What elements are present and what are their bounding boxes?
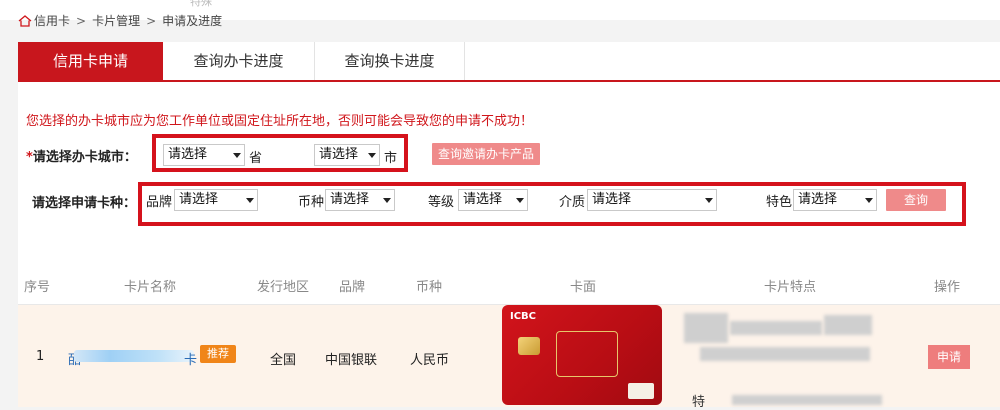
feature-text: 特 [692, 395, 706, 410]
chevron-down-icon [368, 153, 376, 158]
apply-button[interactable]: 申请 [928, 345, 970, 369]
province-select-value: 请选择 [168, 147, 208, 162]
column-header-region: 发行地区 [257, 280, 310, 295]
chevron-down-icon [516, 198, 524, 203]
row-index: 1 [36, 349, 45, 364]
row-brand: 中国银联 [325, 353, 378, 368]
city-notice: 您选择的办卡城市应为您工作单位或固定住址所在地，否则可能会导致您的申请不成功！ [26, 114, 534, 129]
chip-icon [518, 337, 540, 355]
column-header-currency: 币种 [416, 280, 443, 295]
level-select-value: 请选择 [463, 192, 503, 207]
card-name-suffix[interactable]: 卡 [184, 349, 197, 368]
breadcrumb-current: 申请及进度 [162, 14, 223, 28]
level-label: 等级 [428, 195, 455, 210]
level-select[interactable]: 请选择 [458, 189, 528, 211]
chevron-down-icon [383, 198, 391, 203]
feature-select-value: 请选择 [798, 192, 838, 207]
main-panel: 信用卡申请 查询办卡进度 查询换卡进度 您选择的办卡城市应为您工作单位或固定住址… [18, 42, 1000, 410]
city-label-text: 请选择办卡城市： [32, 150, 137, 165]
column-header-brand: 品牌 [339, 280, 366, 295]
card-type-label: 请选择申请卡种： [32, 196, 137, 211]
column-header-card-features: 卡片特点 [764, 280, 817, 295]
column-header-action: 操作 [934, 280, 961, 295]
table-row: 1 皕 卡 推荐 全国 中国银联 人民币 ICBC 特 申请 [18, 305, 1000, 410]
city-select-value: 请选择 [319, 147, 359, 162]
recommend-badge: 推荐 [200, 345, 236, 363]
medium-label: 介质 [559, 195, 586, 210]
column-header-card-face: 卡面 [570, 280, 597, 295]
tab-bar: 信用卡申请 查询办卡进度 查询换卡进度 [18, 42, 1000, 82]
column-header-index: 序号 [24, 280, 51, 295]
card-name-redacted[interactable] [74, 350, 194, 362]
feature-redacted [824, 315, 872, 335]
column-header-card-name: 卡片名称 [124, 280, 177, 295]
province-suffix: 省 [249, 151, 263, 166]
tab-credit-card-apply[interactable]: 信用卡申请 [18, 42, 163, 80]
card-face-brand: ICBC [510, 311, 537, 322]
province-select[interactable]: 请选择 [163, 144, 245, 166]
feature-redacted [730, 321, 822, 335]
brand-select[interactable]: 请选择 [174, 189, 258, 211]
row-region: 全国 [270, 353, 297, 368]
breadcrumb-card-management[interactable]: 卡片管理 [92, 12, 140, 29]
chevron-down-icon [705, 198, 713, 203]
required-mark: * [26, 150, 33, 165]
query-button[interactable]: 查询 [886, 189, 946, 211]
tab-query-application-progress[interactable]: 查询办卡进度 [163, 42, 315, 80]
brand-select-value: 请选择 [179, 192, 219, 207]
medium-select-value: 请选择 [592, 192, 632, 207]
card-face-image: ICBC [502, 305, 662, 405]
unionpay-logo-icon [628, 383, 654, 399]
feature-redacted [684, 313, 728, 343]
breadcrumb-separator: > [76, 13, 87, 28]
query-invited-products-button[interactable]: 查询邀请办卡产品 [432, 143, 540, 165]
breadcrumb-credit-card[interactable]: 信用卡 [34, 12, 70, 29]
medium-select[interactable]: 请选择 [587, 189, 717, 211]
currency-label: 币种 [298, 195, 325, 210]
breadcrumb: 信用卡 > 卡片管理 > 申请及进度 [18, 12, 222, 29]
feature-redacted [700, 347, 870, 361]
currency-select[interactable]: 请选择 [325, 189, 395, 211]
chevron-down-icon [246, 198, 254, 203]
city-suffix: 市 [384, 151, 398, 166]
table-header: 序号 卡片名称 发行地区 品牌 币种 卡面 卡片特点 操作 [18, 264, 1000, 305]
home-icon [18, 14, 32, 27]
row-currency: 人民币 [410, 353, 450, 368]
chevron-down-icon [233, 153, 241, 158]
breadcrumb-separator: > [146, 13, 157, 28]
seal-icon [556, 331, 618, 377]
city-label: *请选择办卡城市： [26, 146, 137, 165]
feature-label: 特色 [766, 195, 793, 210]
city-select[interactable]: 请选择 [314, 144, 380, 166]
feature-select[interactable]: 请选择 [793, 189, 877, 211]
brand-label: 品牌 [146, 195, 173, 210]
tab-query-replacement-progress[interactable]: 查询换卡进度 [315, 42, 465, 80]
currency-select-value: 请选择 [330, 192, 370, 207]
chevron-down-icon [865, 198, 873, 203]
top-strip-text: 特殊 [190, 0, 212, 8]
feature-redacted [732, 395, 882, 405]
